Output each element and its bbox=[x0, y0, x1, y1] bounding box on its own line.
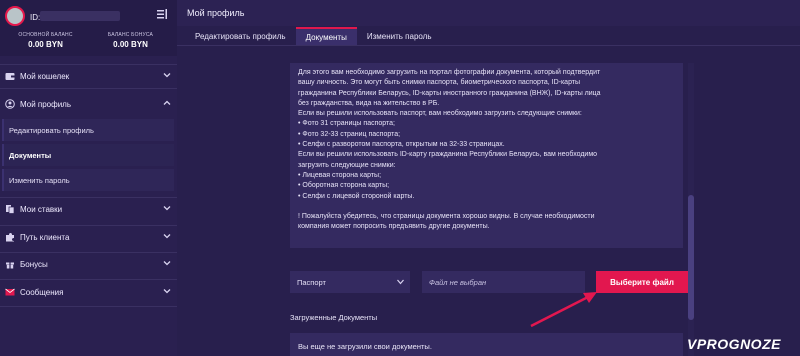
instruction-line: гражданина Республики Беларусь, ID-карты… bbox=[298, 89, 601, 97]
main-balance-value: 0.00 BYN bbox=[28, 40, 63, 49]
chevron-down-icon bbox=[397, 279, 404, 285]
instruction-line bbox=[298, 202, 678, 212]
uploaded-empty-text: Вы еще не загрузили свои документы. bbox=[298, 342, 432, 351]
menu-toggle-icon[interactable] bbox=[156, 8, 168, 20]
choose-file-button[interactable]: Выберите файл bbox=[596, 271, 688, 293]
sidebar-subitem-edit-profile[interactable]: Редактировать профиль bbox=[2, 119, 174, 141]
instruction-line: компания может попросить предъявить друг… bbox=[298, 223, 490, 231]
scrollbar-thumb[interactable] bbox=[688, 195, 694, 320]
title-bar: Мой профиль bbox=[177, 0, 800, 26]
instruction-line: Для этого вам необходимо загрузить на по… bbox=[298, 69, 601, 76]
sidebar-item-label: Мой кошелек bbox=[20, 71, 70, 81]
tab-edit-profile[interactable]: Редактировать профиль bbox=[185, 27, 296, 46]
envelope-icon bbox=[5, 287, 15, 297]
sidebar-item-label: Мой профиль bbox=[20, 99, 72, 109]
instruction-line: без гражданства, вида на жительство в РБ… bbox=[298, 99, 440, 107]
chevron-down-icon bbox=[163, 289, 171, 294]
user-icon bbox=[5, 99, 15, 109]
instruction-line: Если вы решили использовать паспорт, вам… bbox=[298, 110, 582, 118]
sidebar-subitem-change-password[interactable]: Изменить пароль bbox=[2, 169, 174, 191]
instruction-line: • Оборотная сторона карты; bbox=[298, 182, 390, 190]
sidebar-item-label: Сообщения bbox=[20, 287, 64, 297]
chevron-up-icon bbox=[163, 100, 171, 105]
uploaded-documents-title: Загруженные Документы bbox=[290, 313, 378, 322]
page-title: Мой профиль bbox=[187, 8, 245, 18]
instruction-line: загрузить следующие снимки: bbox=[298, 161, 396, 169]
wallet-icon bbox=[5, 71, 15, 81]
chevron-down-icon bbox=[163, 234, 171, 239]
main-balance-label: ОСНОВНОЙ БАЛАНС bbox=[18, 32, 73, 38]
divider bbox=[0, 306, 177, 307]
instruction-line: вашу личность. Это могут быть снимки пас… bbox=[298, 79, 581, 87]
file-name-field: Файл не выбран bbox=[422, 271, 585, 293]
sidebar-item-label: Путь клиента bbox=[20, 232, 70, 242]
bonus-balance: БАЛАНС БОНУСА 0.00 BYN bbox=[89, 32, 172, 54]
watermark-logo: VPROGNOZE bbox=[687, 336, 781, 352]
main-content: Мой профиль Редактировать профиль Докуме… bbox=[177, 0, 800, 356]
chevron-down-icon bbox=[163, 206, 171, 211]
instruction-line: • Фото 31 страницы паспорта; bbox=[298, 120, 395, 128]
sidebar-item-client-path[interactable]: Путь клиента bbox=[0, 226, 177, 248]
profile-header: ID: ОСНОВНОЙ БАЛАНС 0.00 BYN БАЛАНС БОНУ… bbox=[0, 0, 177, 56]
instruction-line: • Фото 32-33 страниц паспорта; bbox=[298, 130, 401, 138]
document-instructions: Для этого вам необходимо загрузить на по… bbox=[290, 63, 683, 248]
gift-icon bbox=[5, 259, 15, 269]
tab-divider bbox=[177, 45, 800, 46]
sidebar-item-wallet[interactable]: Мой кошелек bbox=[0, 65, 177, 87]
bonus-balance-label: БАЛАНС БОНУСА bbox=[107, 32, 154, 38]
tab-change-password[interactable]: Изменить пароль bbox=[357, 27, 442, 46]
sidebar-item-label: Бонусы bbox=[20, 259, 48, 269]
user-id-redacted bbox=[40, 11, 120, 21]
sidebar: ID: ОСНОВНОЙ БАЛАНС 0.00 BYN БАЛАНС БОНУ… bbox=[0, 0, 177, 356]
bonus-balance-value: 0.00 BYN bbox=[113, 40, 148, 49]
profile-tabs: Редактировать профиль Документы Изменить… bbox=[185, 27, 442, 46]
puzzle-icon bbox=[5, 232, 15, 242]
balances: ОСНОВНОЙ БАЛАНС 0.00 BYN БАЛАНС БОНУСА 0… bbox=[4, 32, 172, 54]
avatar[interactable] bbox=[5, 6, 25, 26]
main-balance: ОСНОВНОЙ БАЛАНС 0.00 BYN bbox=[4, 32, 87, 54]
sidebar-item-bets[interactable]: Мои ставки bbox=[0, 198, 177, 220]
tickets-icon bbox=[5, 204, 15, 214]
document-type-value: Паспорт bbox=[297, 277, 326, 287]
instruction-line: • Лицевая сторона карты; bbox=[298, 171, 382, 179]
sidebar-item-label: Мои ставки bbox=[20, 204, 63, 214]
instructions-text: Для этого вам необходимо загрузить на по… bbox=[298, 68, 678, 233]
tab-documents[interactable]: Документы bbox=[295, 27, 357, 46]
user-id-label: ID: bbox=[30, 13, 41, 22]
instruction-line: • Селфи с лицевой стороной карты. bbox=[298, 192, 415, 200]
instruction-line: Если вы решили использовать ID-карту гра… bbox=[298, 151, 598, 159]
uploaded-documents-box: Вы еще не загрузили свои документы. bbox=[290, 333, 683, 356]
sidebar-item-profile[interactable]: Мой профиль bbox=[0, 93, 177, 115]
sidebar-item-bonuses[interactable]: Бонусы bbox=[0, 253, 177, 275]
document-type-select[interactable]: Паспорт bbox=[290, 271, 410, 293]
chevron-down-icon bbox=[163, 73, 171, 78]
sidebar-item-messages[interactable]: Сообщения bbox=[0, 281, 177, 303]
chevron-down-icon bbox=[163, 261, 171, 266]
instruction-line: ! Пожалуйста убедитесь, что страницы док… bbox=[298, 213, 595, 221]
divider bbox=[0, 279, 177, 280]
sidebar-subitem-documents[interactable]: Документы bbox=[2, 144, 174, 166]
instruction-line: • Селфи с разворотом паспорта, открытым … bbox=[298, 141, 505, 149]
divider bbox=[0, 88, 177, 89]
